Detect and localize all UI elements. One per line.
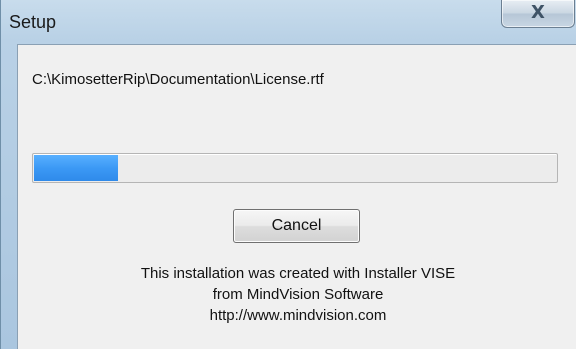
close-icon: X <box>531 2 545 23</box>
current-file-path: C:\KimosetterRip\Documentation\License.r… <box>32 71 324 88</box>
install-progress-bar <box>32 153 558 183</box>
credits-url: http://www.mindvision.com <box>209 307 387 324</box>
progress-fill <box>34 155 118 181</box>
credits-line: This installation was created with Insta… <box>140 265 456 282</box>
dialog-body: C:\KimosetterRip\Documentation\License.r… <box>17 44 576 349</box>
close-button[interactable]: X <box>501 0 575 28</box>
setup-window: Setup X C:\KimosetterRip\Documentation\L… <box>0 0 576 349</box>
cancel-button[interactable]: Cancel <box>233 209 360 243</box>
credits-line: from MindVision Software <box>212 286 384 303</box>
title-bar[interactable]: Setup X <box>1 0 576 44</box>
window-title: Setup <box>9 12 57 32</box>
installer-credits: This installation was created with Insta… <box>18 263 576 326</box>
